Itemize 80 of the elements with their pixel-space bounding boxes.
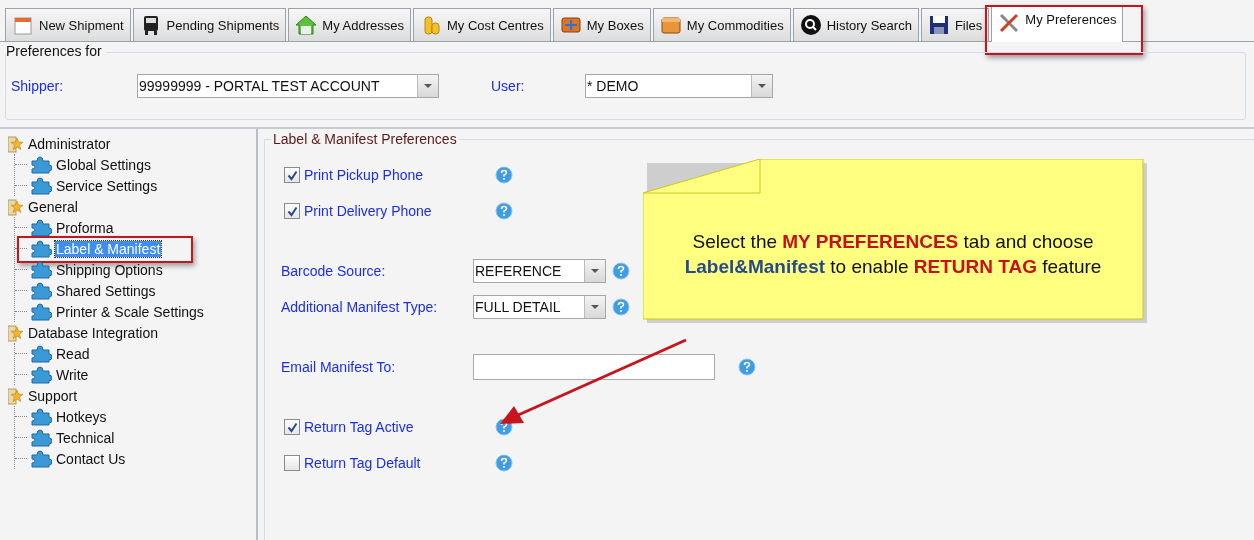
folder-star-icon: [8, 386, 24, 405]
puzzle-icon: [30, 281, 52, 300]
tab[interactable]: My Commodities: [652, 8, 791, 41]
panel-title: Label & Manifest Preferences: [271, 131, 459, 147]
checkbox[interactable]: [284, 167, 300, 183]
dropdown[interactable]: REFERENCE: [473, 259, 606, 283]
email-input-field[interactable]: [473, 354, 715, 380]
puzzle-icon: [30, 449, 52, 468]
tree-item[interactable]: Proforma: [55, 219, 115, 236]
checkmark-icon: [286, 421, 298, 433]
checkbox-label: Return Tag Default: [304, 455, 421, 471]
tree-item[interactable]: Global Settings: [55, 156, 152, 173]
tree-item[interactable]: Administrator: [27, 135, 112, 152]
checkbox-label: Return Tag Active: [304, 419, 414, 435]
tree-item[interactable]: Database Integration: [27, 324, 159, 341]
puzzle-icon: [30, 260, 52, 279]
puzzle-icon: [30, 344, 52, 363]
tab[interactable]: Pending Shipments: [132, 8, 287, 41]
help-icon[interactable]: [495, 202, 513, 220]
dropdown[interactable]: FULL DETAIL: [473, 295, 606, 319]
dropdown-caret-icon[interactable]: [417, 75, 438, 97]
puzzle-icon: [30, 155, 52, 174]
tab[interactable]: My Boxes: [552, 8, 651, 41]
tools-icon: [998, 12, 1021, 34]
tree-item[interactable]: General: [27, 198, 79, 215]
checkbox-label: Print Delivery Phone: [304, 203, 432, 219]
tab[interactable]: Files: [920, 8, 990, 41]
tree-item[interactable]: Shared Settings: [55, 282, 157, 299]
shipper-label: Shipper:: [11, 78, 64, 94]
checkbox-label: Print Pickup Phone: [304, 167, 424, 183]
user-select[interactable]: * DEMO: [585, 74, 773, 98]
puzzle-icon: [30, 176, 52, 195]
puzzle-icon: [30, 218, 52, 237]
dropdown-caret-icon[interactable]: [584, 296, 605, 318]
field-label: Barcode Source:: [281, 263, 386, 279]
field-label: Additional Manifest Type:: [281, 299, 438, 315]
checkbox[interactable]: [284, 419, 300, 435]
checkbox[interactable]: [284, 455, 300, 471]
field-label: Email Manifest To:: [281, 359, 396, 375]
checkmark-icon: [286, 169, 298, 181]
user-label: User:: [491, 78, 525, 94]
puzzle-icon: [30, 302, 52, 321]
dropdown-caret-icon[interactable]: [751, 75, 772, 97]
tab[interactable]: New Shipment: [5, 8, 131, 41]
tree-item[interactable]: Technical: [55, 429, 116, 446]
tab[interactable]: My Addresses: [288, 8, 411, 41]
folder-star-icon: [8, 197, 24, 216]
help-icon[interactable]: [495, 454, 513, 472]
puzzle-icon: [30, 407, 52, 426]
puzzle-icon: [30, 239, 52, 258]
checkmark-icon: [286, 205, 298, 217]
calendar-icon: [12, 14, 34, 36]
puzzle-icon: [30, 428, 52, 447]
box-icon: [659, 14, 682, 36]
help-icon[interactable]: [738, 358, 756, 376]
tab[interactable]: My Preferences: [991, 5, 1124, 42]
tree-item[interactable]: Hotkeys: [55, 408, 108, 425]
tab[interactable]: My Cost Centres: [412, 8, 551, 41]
puzzle-icon: [30, 365, 52, 384]
checkbox[interactable]: [284, 203, 300, 219]
tree-item[interactable]: Write: [55, 366, 90, 383]
tab[interactable]: History Search: [792, 8, 919, 41]
folder-star-icon: [8, 134, 24, 153]
help-icon[interactable]: [495, 166, 513, 184]
dropdown-caret-icon[interactable]: [584, 260, 605, 282]
tree-item[interactable]: Read: [55, 345, 91, 362]
tree-item[interactable]: Printer & Scale Settings: [55, 303, 205, 320]
callout-text: Select the MY PREFERENCES tab and choose Label&Manifest to enable RETURN TAG feature: [683, 230, 1103, 279]
house-icon: [295, 14, 318, 36]
folder-star-icon: [8, 323, 24, 342]
group-title: Preferences for: [6, 43, 106, 59]
crate-icon: [559, 14, 582, 36]
shipper-select[interactable]: 99999999 - PORTAL TEST ACCOUNT: [137, 74, 439, 98]
help-icon[interactable]: [612, 298, 630, 316]
tree-item[interactable]: Support: [27, 387, 79, 404]
search-icon: [799, 14, 822, 36]
tree-item[interactable]: Service Settings: [55, 177, 159, 194]
help-icon[interactable]: [612, 262, 630, 280]
tree-item[interactable]: Shipping Options: [55, 261, 164, 278]
tree-item[interactable]: Contact Us: [55, 450, 127, 467]
